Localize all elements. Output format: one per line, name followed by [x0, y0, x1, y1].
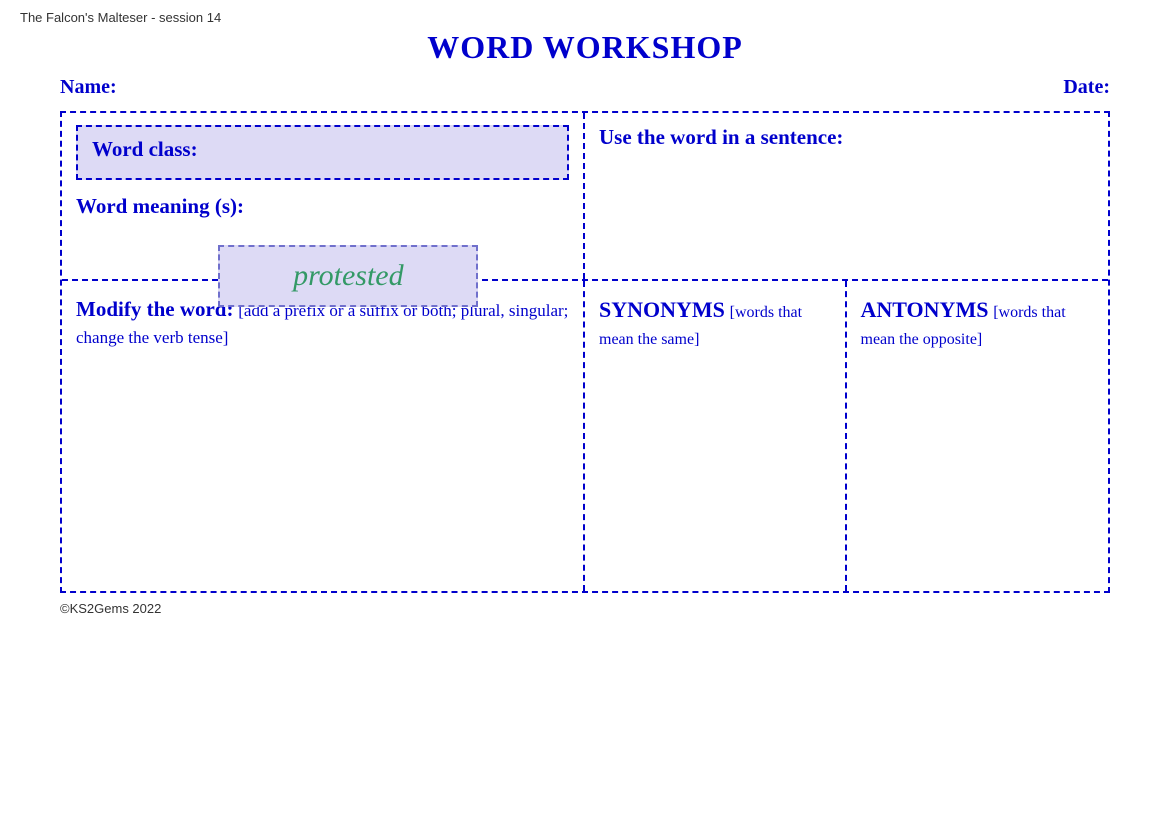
use-sentence-label: Use the word in a sentence: — [599, 125, 1094, 150]
word-meaning-label: Word meaning (s): — [76, 194, 569, 219]
word-class-box: Word class: — [76, 125, 569, 180]
synonyms-label: SYNONYMS [words that mean the same] — [599, 295, 831, 352]
page-title: WORD WORKSHOP — [20, 29, 1150, 66]
antonyms-big: ANTONYMS — [861, 297, 989, 322]
top-right-panel: Use the word in a sentence: — [585, 113, 1108, 279]
date-label: Date: — [1063, 76, 1110, 99]
bottom-section: Modify the word: [add a prefix or a suff… — [62, 281, 1108, 591]
center-word-box: protested — [218, 245, 478, 307]
top-section: Word class: Word meaning (s): protested … — [62, 113, 1108, 281]
name-label: Name: — [60, 76, 117, 99]
antonyms-panel: ANTONYMS [words that mean the opposite] — [847, 281, 1109, 591]
antonyms-label: ANTONYMS [words that mean the opposite] — [861, 295, 1095, 352]
word-class-label: Word class: — [92, 137, 198, 161]
session-label: The Falcon's Malteser - session 14 — [20, 10, 221, 25]
synonyms-panel: SYNONYMS [words that mean the same] — [585, 281, 847, 591]
top-left-panel: Word class: Word meaning (s): protested — [62, 113, 585, 279]
synonyms-big: SYNONYMS — [599, 297, 725, 322]
center-word-container: protested — [218, 245, 478, 307]
modify-panel: Modify the word: [add a prefix or a suff… — [62, 281, 585, 591]
footer: ©KS2Gems 2022 — [20, 601, 1150, 616]
modify-bold: Modify the word: — [76, 297, 233, 321]
worksheet-container: Word class: Word meaning (s): protested … — [60, 111, 1110, 593]
